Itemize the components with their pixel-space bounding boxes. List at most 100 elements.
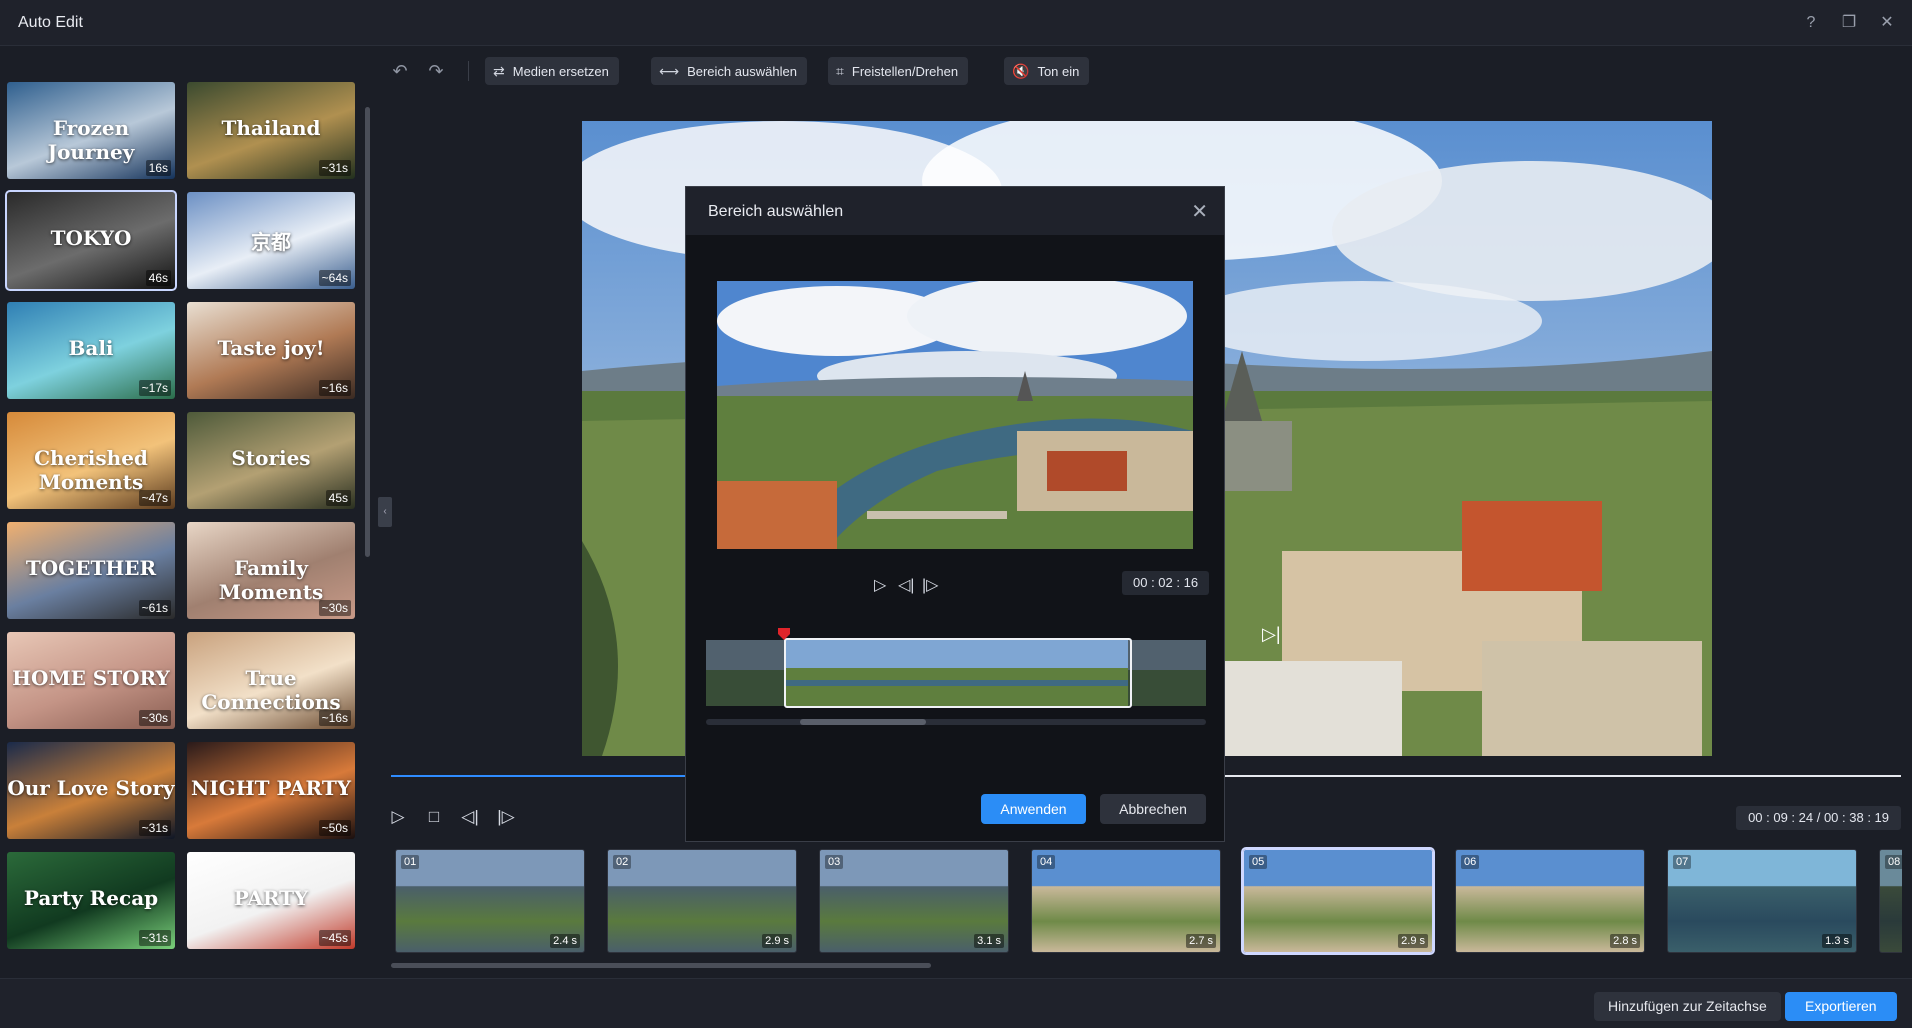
footer-bar: Hinzufügen zur Zeitachse Exportieren — [0, 978, 1912, 1028]
next-frame-icon[interactable]: |▷ — [495, 806, 517, 828]
template-thumbnail[interactable]: HOME STORY ~30s — [7, 632, 175, 729]
timeline-clip[interactable]: 02 2.9 s — [607, 849, 797, 953]
template-thumbnail[interactable]: True Connections ~16s — [187, 632, 355, 729]
close-icon[interactable]: ✕ — [1191, 199, 1208, 224]
clip-number: 01 — [401, 855, 420, 869]
template-title: Cherished Moments — [34, 446, 148, 494]
dialog-header: Bereich auswählen ✕ — [686, 187, 1224, 235]
crop-rotate-button[interactable]: ⌗ Freistellen/Drehen — [828, 57, 969, 85]
template-thumbnail[interactable]: Taste joy! ~16s — [187, 302, 355, 399]
timeline-clip[interactable]: 05 2.9 s — [1241, 847, 1435, 955]
template-thumbnail[interactable]: Bali ~17s — [7, 302, 175, 399]
template-thumbnail[interactable]: Party Recap ~31s — [7, 852, 175, 949]
template-title: True Connections — [201, 666, 341, 714]
range-scroll-thumb[interactable] — [800, 719, 926, 725]
template-title: Family Moments — [218, 556, 324, 604]
template-title: Our Love Story — [7, 776, 175, 800]
template-thumbnail[interactable]: TOKYO 46s — [5, 190, 177, 291]
clip-strip-scrollbar[interactable] — [391, 963, 931, 968]
prev-frame-icon[interactable]: ◁| — [459, 806, 481, 828]
range-start-marker[interactable] — [778, 628, 790, 640]
clip-strip: 01 2.4 s 02 2.9 s 03 3.1 s 04 2.7 s 05 2.9 s 06 2.8… — [391, 845, 1902, 960]
range-scroll-track[interactable] — [706, 719, 1206, 725]
template-gallery: Frozen Journey 16s Thailand ~31s TOKYO 46s 京都 ~… — [0, 47, 374, 977]
collapse-panel-button[interactable]: ‹ — [378, 497, 392, 527]
select-range-button[interactable]: ⟷ Bereich auswählen — [651, 57, 807, 85]
crop-rotate-label: Freistellen/Drehen — [851, 63, 959, 79]
timeline-clip[interactable]: 03 3.1 s — [819, 849, 1009, 953]
template-thumbnail[interactable]: PARTY ~45s — [187, 852, 355, 949]
template-thumbnail[interactable]: Thailand ~31s — [187, 82, 355, 179]
stop-icon[interactable]: □ — [423, 806, 445, 828]
template-duration: 45s — [325, 490, 351, 506]
template-thumbnail[interactable]: Stories 45s — [187, 412, 355, 509]
template-duration: ~31s — [318, 160, 351, 176]
template-thumbnail[interactable]: 京都 ~64s — [187, 192, 355, 289]
clip-duration: 2.7 s — [1186, 934, 1216, 948]
toolbar-divider — [468, 61, 469, 81]
template-thumbnail[interactable]: Family Moments ~30s — [187, 522, 355, 619]
timeline-clip[interactable]: 08 — [1879, 849, 1902, 953]
redo-icon[interactable]: ↷ — [424, 59, 448, 83]
template-thumbnail[interactable]: NIGHT PARTY ~50s — [187, 742, 355, 839]
help-icon[interactable]: ? — [1800, 12, 1822, 34]
clip-duration: 2.9 s — [762, 934, 792, 948]
template-thumbnail[interactable]: TOGETHER ~61s — [7, 522, 175, 619]
export-button[interactable]: Exportieren — [1785, 992, 1897, 1021]
clip-duration: 1.3 s — [1822, 934, 1852, 948]
template-duration: ~64s — [318, 270, 351, 286]
gallery-scrollbar[interactable] — [365, 107, 370, 557]
template-title: TOGETHER — [25, 556, 157, 580]
template-title: Party Recap — [23, 886, 159, 910]
dialog-title: Bereich auswählen — [708, 203, 844, 220]
template-duration: ~17s — [138, 380, 171, 396]
template-thumbnail[interactable]: Our Love Story ~31s — [7, 742, 175, 839]
clip-number: 07 — [1673, 855, 1692, 869]
clip-number: 05 — [1249, 855, 1268, 869]
template-duration: 16s — [145, 160, 171, 176]
template-duration: ~61s — [138, 600, 171, 616]
play-icon[interactable]: ▷ — [387, 806, 409, 828]
clip-number: 02 — [613, 855, 632, 869]
template-title: TOKYO — [50, 226, 132, 250]
apply-button[interactable]: Anwenden — [981, 794, 1086, 824]
template-thumbnail[interactable]: Cherished Moments ~47s — [7, 412, 175, 509]
title-bar: Auto Edit ? ❐ ✕ — [0, 0, 1912, 46]
next-frame-icon[interactable]: ▷| — [1262, 624, 1281, 645]
template-duration: ~47s — [138, 490, 171, 506]
cancel-button[interactable]: Abbrechen — [1100, 794, 1206, 824]
template-duration: ~45s — [318, 930, 351, 946]
template-thumbnail[interactable]: Frozen Journey 16s — [7, 82, 175, 179]
restore-icon[interactable]: ❐ — [1838, 12, 1860, 34]
undo-icon[interactable]: ↶ — [388, 59, 412, 83]
timeline-clip[interactable]: 01 2.4 s — [395, 849, 585, 953]
template-title: Thailand — [221, 116, 321, 140]
timeline-clip[interactable]: 06 2.8 s — [1455, 849, 1645, 953]
timeline-clip[interactable]: 07 1.3 s — [1667, 849, 1857, 953]
add-to-timeline-button[interactable]: Hinzufügen zur Zeitachse — [1594, 992, 1781, 1021]
template-title: Taste joy! — [217, 336, 325, 360]
dialog-preview-frame — [717, 281, 1193, 549]
dialog-prev-frame-icon[interactable]: ◁| — [898, 575, 914, 595]
crop-icon: ⌗ — [836, 62, 844, 79]
range-icon: ⟷ — [659, 62, 680, 79]
clip-duration: 2.4 s — [550, 934, 580, 948]
clip-duration: 2.9 s — [1398, 934, 1428, 948]
template-duration: 46s — [145, 270, 171, 286]
dialog-next-frame-icon[interactable]: |▷ — [922, 575, 938, 595]
window-title: Auto Edit — [18, 14, 83, 31]
template-duration: ~30s — [318, 600, 351, 616]
close-icon[interactable]: ✕ — [1876, 12, 1898, 34]
clip-number: 08 — [1885, 855, 1902, 869]
replace-media-label: Medien ersetzen — [512, 63, 609, 79]
timeline-clip[interactable]: 04 2.7 s — [1031, 849, 1221, 953]
range-selection[interactable] — [784, 638, 1132, 708]
dialog-play-icon[interactable]: ▷ — [874, 575, 886, 595]
template-title: Frozen Journey — [47, 116, 135, 164]
template-title: HOME STORY — [12, 666, 170, 690]
replace-media-button[interactable]: ⇄ Medien ersetzen — [485, 57, 619, 85]
sound-toggle-button[interactable]: 🔇 Ton ein — [1004, 57, 1090, 85]
clip-duration: 3.1 s — [974, 934, 1004, 948]
template-duration: ~31s — [138, 820, 171, 836]
replace-media-icon: ⇄ — [493, 62, 505, 79]
